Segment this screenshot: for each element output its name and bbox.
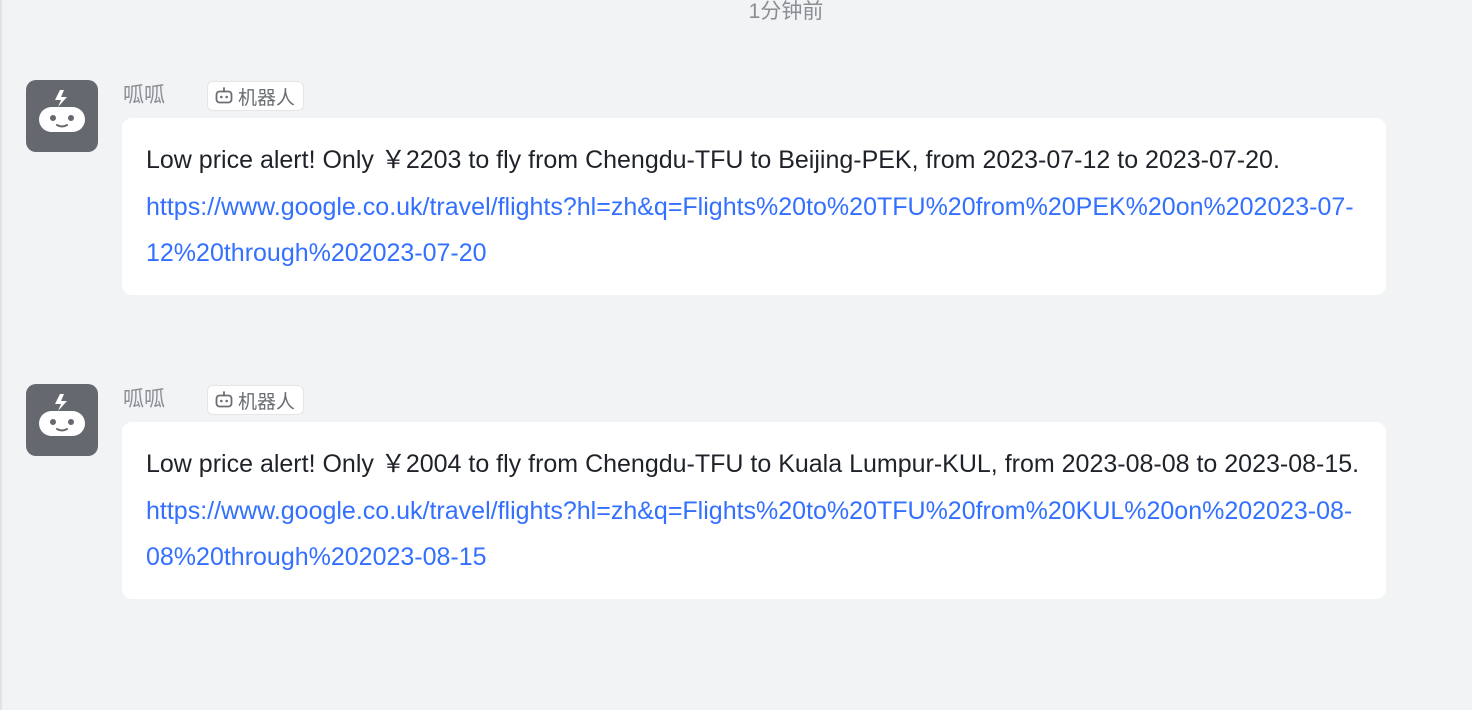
bot-avatar[interactable]: [26, 384, 98, 456]
message-text: Low price alert! Only ￥2004 to fly from …: [146, 450, 1360, 478]
bot-avatar[interactable]: [26, 80, 98, 152]
bot-badge: 机器人: [207, 81, 305, 111]
bot-badge-label: 机器人: [238, 391, 296, 413]
bot-badge-icon: [215, 87, 233, 104]
message-bubble: Low price alert! Only ￥2203 to fly from …: [122, 118, 1386, 295]
robot-icon: [39, 394, 85, 436]
flight-search-link[interactable]: https://www.google.co.uk/travel/flights?…: [146, 488, 1362, 581]
flight-search-link[interactable]: https://www.google.co.uk/travel/flights?…: [146, 184, 1362, 277]
robot-icon: [39, 90, 85, 132]
message-text: Low price alert! Only ￥2203 to fly from …: [146, 146, 1280, 174]
sender-name[interactable]: 呱呱: [123, 386, 165, 414]
sender-name[interactable]: 呱呱: [123, 82, 165, 110]
bot-badge: 机器人: [207, 385, 305, 415]
message-timestamp: 1分钟前: [748, 0, 824, 23]
message-bubble: Low price alert! Only ￥2004 to fly from …: [122, 422, 1386, 599]
bot-badge-icon: [215, 391, 233, 408]
chat-panel-border: [0, 0, 2, 710]
bot-badge-label: 机器人: [238, 87, 296, 109]
